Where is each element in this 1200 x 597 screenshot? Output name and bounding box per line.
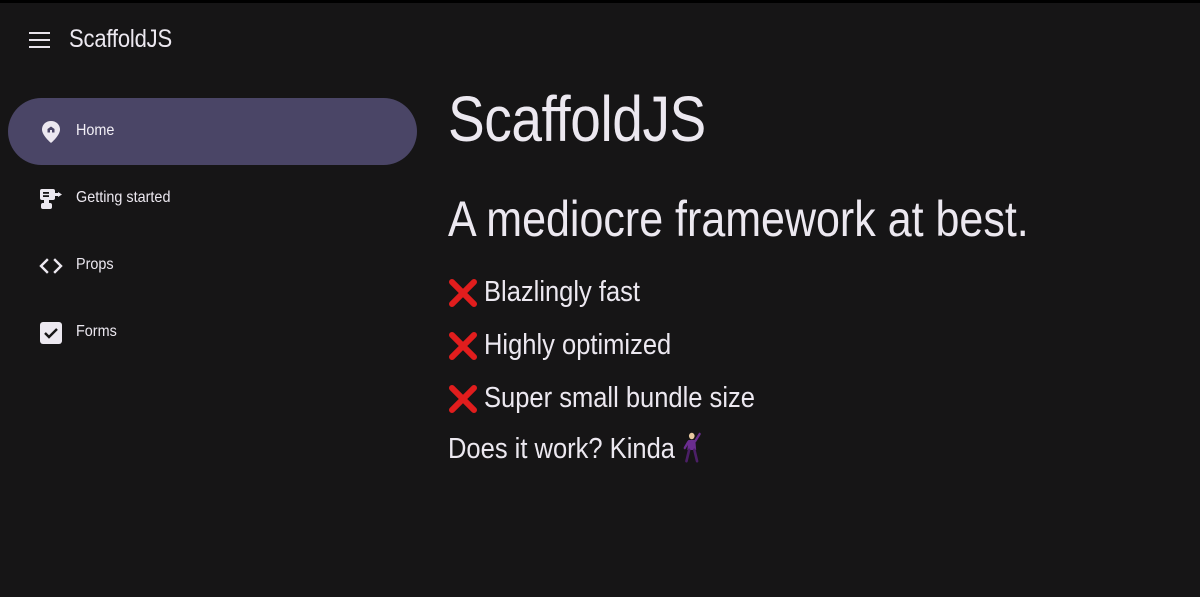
cross-mark-icon (449, 332, 477, 360)
question-text: Does it work? Kinda (448, 433, 675, 465)
feature-text: Blazlingly fast (484, 276, 641, 308)
app-title: ScaffoldJS (69, 25, 173, 53)
menu-button[interactable] (20, 21, 60, 61)
question-line: Does it work? Kinda (448, 433, 701, 466)
sidebar-item-label: Props (76, 256, 114, 273)
menu-icon (29, 32, 50, 34)
home-pin-icon (42, 121, 60, 143)
sidebar-item-props[interactable]: Props (8, 232, 417, 299)
sidebar-item-label: Forms (76, 323, 117, 340)
menu-icon-bar (29, 39, 50, 41)
feature-text: Highly optimized (484, 329, 672, 361)
cross-mark-icon (449, 385, 477, 413)
cross-mark-icon (449, 279, 477, 307)
sidebar-item-label: Getting started (76, 189, 171, 206)
code-icon (39, 258, 63, 274)
page-subtitle: A mediocre framework at best. (448, 191, 1029, 247)
checkbox-icon (40, 322, 62, 344)
page-title: ScaffoldJS (448, 83, 706, 155)
sidebar-item-forms[interactable]: Forms (8, 299, 417, 366)
app-bar: ScaffoldJS (0, 3, 1200, 79)
robot-icon (40, 189, 62, 209)
sidebar-item-getting-started[interactable]: Getting started (8, 165, 417, 232)
menu-icon-bar (29, 46, 50, 48)
sidebar-nav: Home Getting started Props Forms (8, 98, 417, 366)
feature-text: Super small bundle size (484, 382, 755, 414)
sidebar-item-label: Home (76, 122, 115, 139)
sidebar-item-home[interactable]: Home (8, 98, 417, 165)
dancing-man-icon (683, 433, 701, 463)
